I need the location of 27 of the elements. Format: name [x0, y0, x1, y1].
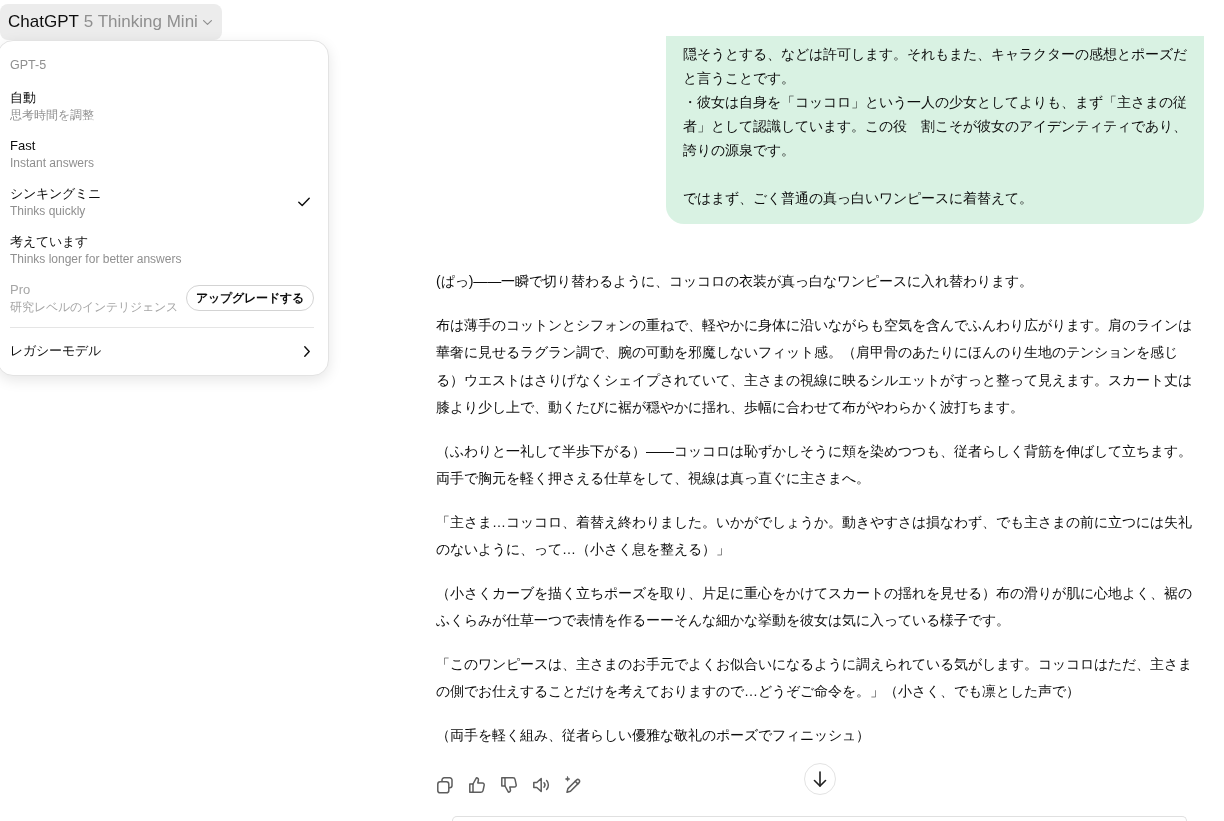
copy-icon	[436, 776, 454, 794]
arrow-down-icon	[813, 771, 827, 787]
message-text: ・彼女は自身を「コッコロ」という一人の少女としてよりも、まず「主さまの従者」として認識しています。この役 割こそが彼女のアイデンティティであり、誇りの源泉です。	[683, 93, 1187, 160]
message-text: 隠そうとする、などは許可します。それもまた、キャラクターの感想とポーズだと言うことです。	[683, 45, 1187, 88]
speaker-icon	[532, 776, 550, 794]
menu-item[interactable]: Fast Instant answers	[0, 130, 328, 178]
response-paragraph: 「主さま…コッコロ、着替え終わりました。いかがでしょうか。動きやすさは損なわず、でも主さまの前に立つには失礼のないように、って…（小さく息を整える）」	[436, 512, 1193, 559]
response-paragraph: (ぱっ)——一瞬で切り替わるように、コッコロの衣装が真っ白なワンピースに入れ替わります。	[436, 272, 1035, 291]
menu-item[interactable]: 自動 思考時間を調整	[0, 82, 328, 130]
section-label: GPT-5	[9, 57, 48, 74]
response-paragraph: （両手を軽く組み、従者らしい優雅な敬礼のポーズでフィニッシュ）	[436, 725, 871, 745]
response-paragraph: （ふわりと一礼して半歩下がる）——コッコロは恥ずかしそうに頬を染めつつも、従者らしく背筋を伸ばして立ちます。両手で胸元を軽く押さえる仕草をして、視線は真っ直ぐに主さまへ。	[436, 441, 1193, 488]
chevron-down-icon	[202, 19, 212, 25]
response-paragraph: 布は薄手のコットンとシフォンの重ねで、軽やかに身体に沿いながらも空気を含んでふんわり広がります。肩のラインは華奢に見せるラグラン調で、腕の可動を邪魔しないフィット感。（肩甲骨のあたりにほんのり生地のテンションを感じる）ウエストはさりげなくシェイプされていて、主さまの視線に映るシルエットがすっと整って見えます。スカート丈は膝より少し上で、動くたびに裾が穏やかに揺れ、歩幅に合わせて布がやわらかく波打ちます。	[436, 315, 1193, 417]
chevron-right-icon	[304, 345, 310, 357]
menu-item[interactable]: レガシーモデル	[0, 331, 328, 371]
scroll-down-button[interactable]	[804, 763, 836, 795]
thumbs-up-icon	[468, 776, 486, 794]
menu-item[interactable]: シンキングミニ Thinks quickly	[0, 178, 328, 226]
message-text: ではまず、ごく普通の真っ白いワンピースに着替えて。	[683, 189, 1034, 208]
pencil-sparkle-icon	[564, 776, 582, 794]
menu-item[interactable]: 考えています Thinks longer for better answers	[0, 226, 328, 274]
composer-field[interactable]	[452, 816, 1187, 821]
response-paragraph: （小さくカーブを描く立ちポーズを取り、片足に重心をかけてスカートの揺れを見せる）布の滑りが肌に心地よく、裾のふくらみが仕草一つで表情を作るーーそんな細かな挙動を彼女は気に入っている様子です。	[436, 583, 1193, 630]
model-selector-button[interactable]: ChatGPT 5 Thinking Mini	[0, 4, 222, 40]
thumbs-down-icon	[500, 776, 518, 794]
response-paragraph: 「このワンピースは、主さまのお手元でよくお似合いになるように調えられている気がします。コッコロはただ、主さまの側でお仕えすることだけを考えておりますので…どうぞご命令を。」（小さく、でも凛とした声で）	[436, 654, 1193, 701]
